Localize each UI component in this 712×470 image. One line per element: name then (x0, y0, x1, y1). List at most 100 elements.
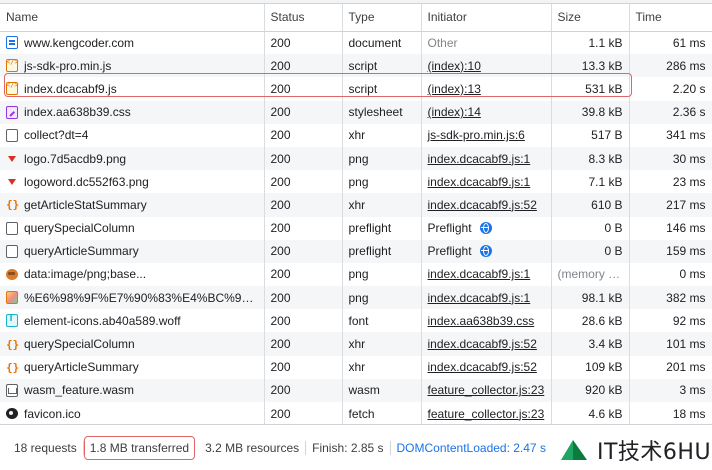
summary-dom-content-loaded: DOMContentLoaded: 2.47 s (396, 440, 546, 455)
cell-type: png (342, 262, 422, 287)
table-row[interactable]: www.kengcoder.com 200 document Other 1.1 kB 6… (0, 31, 712, 55)
cell-size: 1.1 kB (551, 31, 630, 55)
request-name[interactable]: getArticleStatSummary (24, 198, 147, 212)
initiator-link[interactable]: js-sdk-pro.min.js:6 (428, 128, 525, 142)
column-header-size[interactable]: Size (551, 4, 630, 32)
cell-name[interactable]: logoword.dc552f63.png (0, 170, 265, 194)
request-name[interactable]: queryArticleSummary (24, 244, 139, 258)
table-row[interactable]: logoword.dc552f63.png 200 png index.dcacabf… (0, 170, 712, 194)
cell-status: 200 (264, 54, 343, 78)
cell-name[interactable]: {} getArticleStatSummary (0, 193, 265, 217)
xhr-icon: {} (6, 337, 20, 351)
cell-status: 200 (264, 355, 343, 379)
request-name[interactable]: querySpecialColumn (24, 337, 135, 351)
initiator-link[interactable]: (index):13 (428, 82, 481, 96)
cell-name[interactable]: {} queryArticleSummary (0, 355, 265, 379)
cell-time: 18 ms (629, 402, 712, 424)
column-header-name[interactable]: Name (0, 4, 265, 32)
request-name[interactable]: favicon.ico (24, 407, 81, 421)
table-row[interactable]: {} getArticleStatSummary 200 xhr index.dcaca… (0, 193, 712, 217)
globe-icon[interactable] (479, 222, 492, 235)
initiator-link[interactable]: feature_collector.js:23 (428, 383, 545, 397)
request-name[interactable]: querySpecialColumn (24, 221, 135, 235)
initiator-link[interactable]: feature_collector.js:23 (428, 407, 545, 421)
table-row[interactable]: {} queryArticleSummary 200 xhr index.dcacabf… (0, 355, 712, 379)
cell-name[interactable]: index.aa638b39.css (0, 100, 265, 124)
initiator-link[interactable]: index.dcacabf9.js:1 (428, 267, 531, 281)
initiator-link[interactable]: index.dcacabf9.js:52 (428, 198, 537, 212)
cell-name[interactable]: queryArticleSummary (0, 239, 265, 263)
column-header-time[interactable]: Time (629, 4, 712, 32)
initiator-link[interactable]: index.dcacabf9.js:1 (428, 152, 531, 166)
initiator-link[interactable]: index.dcacabf9.js:52 (428, 360, 537, 374)
request-name[interactable]: data:image/png;base... (24, 267, 146, 281)
table-row[interactable]: favicon.ico 200 fetch feature_collector.js:… (0, 402, 712, 424)
initiator-link[interactable]: index.dcacabf9.js:1 (428, 291, 531, 305)
cell-name[interactable]: data:image/png;base... (0, 262, 265, 287)
summary-transferred: 1.8 MB transferred (83, 435, 196, 460)
cell-size: 531 kB (551, 77, 630, 101)
table-row[interactable]: {} querySpecialColumn 200 xhr index.dcacabf9… (0, 332, 712, 356)
table-row[interactable]: js-sdk-pro.min.js 200script (index):10 13.3… (0, 54, 712, 78)
cell-name[interactable]: index.dcacabf9.js (0, 77, 265, 101)
initiator-link[interactable]: index.aa638b39.css (428, 314, 535, 328)
script-icon (6, 81, 19, 96)
cell-name[interactable]: element-icons.ab40a589.woff (0, 309, 265, 333)
initiator-link[interactable]: (index):14 (428, 105, 481, 119)
cell-time: 0 ms (629, 262, 712, 287)
xhr-icon: {} (6, 360, 20, 374)
initiator-link[interactable]: index.dcacabf9.js:1 (428, 175, 531, 189)
name-cell-content: queryArticleSummary (6, 244, 258, 258)
cell-name[interactable]: wasm_feature.wasm (0, 378, 265, 402)
request-name[interactable]: index.dcacabf9.js (24, 82, 117, 96)
cell-type: wasm (342, 378, 422, 402)
table-row[interactable]: wasm_feature.wasm 200 wasm feature_collecto… (0, 378, 712, 402)
cell-name[interactable]: collect?dt=4 (0, 123, 265, 147)
cell-name[interactable]: www.kengcoder.com (0, 31, 265, 55)
request-name[interactable]: www.kengcoder.com (24, 36, 134, 50)
request-name[interactable]: queryArticleSummary (24, 360, 139, 374)
request-name[interactable]: js-sdk-pro.min.js (24, 59, 111, 73)
cell-initiator: js-sdk-pro.min.js:6 (421, 123, 552, 147)
column-header-initiator[interactable]: Initiator (421, 4, 552, 32)
cell-name[interactable]: favicon.ico (0, 402, 265, 424)
column-header-type[interactable]: Type (342, 4, 422, 32)
table-row[interactable]: index.aa638b39.css 200 stylesheet (index):1… (0, 100, 712, 124)
table-row[interactable]: collect?dt=4 200 xhr js-sdk-pro.min.js:6 517… (0, 123, 712, 147)
table-row[interactable]: logo.7d5acdb9.png 200 png index.dcacabf9.js… (0, 146, 712, 171)
cell-name[interactable]: %E6%98%9F%E7%90%83%E4%BC%98%E... (0, 286, 265, 310)
request-name[interactable]: index.aa638b39.css (24, 105, 131, 119)
request-name[interactable]: logoword.dc552f63.png (24, 175, 149, 189)
initiator-link[interactable]: index.dcacabf9.js:52 (428, 337, 537, 351)
table-row[interactable]: data:image/png;base... 200 png index.dcacab… (0, 262, 712, 287)
name-cell-content: index.aa638b39.css (6, 105, 258, 119)
cell-name[interactable]: logo.7d5acdb9.png (0, 146, 265, 171)
globe-icon[interactable] (479, 245, 492, 258)
cell-status: 200 (264, 123, 343, 147)
document-icon (6, 36, 18, 50)
cell-name[interactable]: js-sdk-pro.min.js (0, 54, 265, 78)
name-cell-content: %E6%98%9F%E7%90%83%E4%BC%98%E... (6, 291, 258, 305)
column-header-status[interactable]: Status (264, 4, 343, 32)
cell-name[interactable]: querySpecialColumn (0, 216, 265, 240)
watermark-text: IT技术6HU (597, 440, 712, 465)
cell-name[interactable]: {} querySpecialColumn (0, 332, 265, 356)
initiator-link[interactable]: (index):10 (428, 59, 481, 73)
request-name[interactable]: %E6%98%9F%E7%90%83%E4%BC%98%E... (24, 291, 258, 305)
request-name[interactable]: collect?dt=4 (24, 128, 88, 142)
cell-type: stylesheet (342, 100, 422, 124)
table-row[interactable]: querySpecialColumn 200 preflight Preflight 0… (0, 216, 712, 240)
table-row[interactable]: %E6%98%9F%E7%90%83%E4%BC%98%E... 200 png in… (0, 286, 712, 310)
table-row[interactable]: queryArticleSummary 200 preflight Preflight… (0, 239, 712, 263)
cell-initiator: Other (421, 31, 552, 55)
preflight-icon (6, 244, 18, 258)
cell-time: 30 ms (629, 146, 712, 171)
request-name[interactable]: wasm_feature.wasm (24, 383, 134, 397)
cell-time: 159 ms (629, 239, 712, 263)
request-name[interactable]: logo.7d5acdb9.png (24, 152, 126, 166)
request-name[interactable]: element-icons.ab40a589.woff (24, 314, 181, 328)
cell-size: 8.3 kB (551, 146, 630, 171)
cell-size: 610 B (551, 193, 630, 217)
table-row[interactable]: element-icons.ab40a589.woff 200font index.… (0, 309, 712, 333)
table-row[interactable]: index.dcacabf9.js 200script (index):13 531 … (0, 77, 712, 101)
